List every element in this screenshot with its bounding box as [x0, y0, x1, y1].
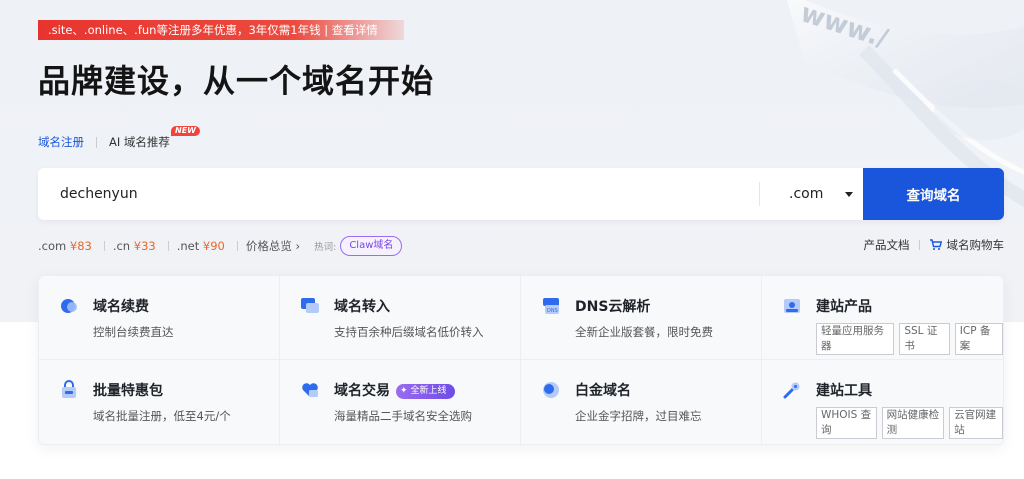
tag-cloud-site[interactable]: 云官网建站 [949, 407, 1003, 439]
service-tags: WHOIS 查询 网站健康检测 云官网建站 [816, 407, 1003, 439]
wrench-icon [783, 382, 800, 399]
price-row: .com ¥83 .cn ¥33 .net ¥90 价格总览 › 热词: Cla… [38, 236, 403, 256]
tag-health-check[interactable]: 网站健康检测 [881, 407, 945, 439]
site-products-icon [784, 299, 800, 313]
services-grid: 域名续费 控制台续费直达 域名转入 支持百余种后缀域名低价转入 DNS DNS云… [38, 275, 1004, 445]
service-title: 域名交易 ✦ 全新上线 [334, 380, 520, 402]
domain-search-box: .com 查询域名 [38, 168, 1004, 220]
new-online-badge: ✦ 全新上线 [396, 383, 455, 399]
service-desc: 控制台续费直达 [93, 325, 174, 339]
service-dns[interactable]: DNS DNS云解析 全新企业版套餐，限时免费 [521, 276, 762, 360]
service-site-products[interactable]: 建站产品 轻量应用服务器 SSL 证书 ICP 备案 [762, 276, 1004, 360]
tab-divider [96, 136, 97, 148]
service-platinum[interactable]: 白金域名 企业金字招牌，过目难忘 [521, 360, 762, 444]
hot-words-label: 热词: [314, 242, 337, 253]
service-desc: 支持百余种后缀域名低价转入 [334, 325, 484, 339]
hero-background: www./ [0, 0, 1024, 322]
price-cn[interactable]: .cn ¥33 [113, 239, 156, 253]
new-badge: NEW [171, 126, 200, 136]
price-divider [103, 241, 105, 251]
search-mode-tabs: 域名注册 AI 域名推荐 NEW [38, 126, 200, 150]
bulk-pack-icon [62, 380, 76, 398]
service-desc: 企业金字招牌，过目难忘 [575, 409, 702, 423]
service-desc: 海量精品二手域名安全选购 [334, 409, 472, 423]
price-tld: .com [38, 239, 67, 253]
promo-banner[interactable]: .site、.online、.fun等注册多年优惠，3年仅需1年钱 | 查看详情 [38, 20, 404, 40]
tag-whois[interactable]: WHOIS 查询 [816, 407, 877, 439]
price-divider [236, 241, 238, 251]
transfer-icon [301, 298, 319, 313]
price-com[interactable]: .com ¥83 [38, 239, 92, 253]
sparkle-icon: ✦ [400, 386, 408, 396]
overview-label: 价格总览 [245, 239, 292, 253]
tld-dropdown[interactable]: .com [759, 168, 863, 220]
price-divider [167, 241, 169, 251]
price-value: ¥90 [202, 239, 225, 253]
service-title: 建站产品 [816, 299, 872, 315]
service-title: 白金域名 [575, 383, 631, 399]
service-desc: 全新企业版套餐，限时免费 [575, 325, 713, 339]
search-domain-button[interactable]: 查询域名 [863, 168, 1004, 220]
cart-label: 域名购物车 [946, 238, 1005, 252]
badge-text: 全新上线 [410, 386, 447, 396]
cart-icon [929, 239, 942, 251]
tab-domain-register[interactable]: 域名注册 [38, 134, 84, 150]
tag-ssl[interactable]: SSL 证书 [899, 323, 950, 355]
price-tld: .cn [112, 239, 131, 253]
chevron-right-icon: › [295, 239, 301, 253]
page-headline: 品牌建设，从一个域名开始 [38, 62, 435, 100]
service-tags: 轻量应用服务器 SSL 证书 ICP 备案 [816, 323, 1004, 355]
renew-icon [61, 299, 77, 313]
dns-icon: DNS [543, 298, 559, 314]
tld-selected-value: .com [789, 186, 824, 202]
service-trade[interactable]: 域名交易 ✦ 全新上线 海量精品二手域名安全选购 [280, 360, 521, 444]
service-title: 域名转入 [334, 299, 390, 315]
right-links: 产品文档 域名购物车 [864, 237, 1005, 253]
service-renew[interactable]: 域名续费 控制台续费直达 [39, 276, 280, 360]
service-bulk-pack[interactable]: 批量特惠包 域名批量注册，低至4元/个 [39, 360, 280, 444]
tab-ai-label: AI 域名推荐 [109, 135, 170, 149]
product-docs-link[interactable]: 产品文档 [864, 237, 910, 253]
heart-icon [302, 383, 318, 397]
service-title: DNS云解析 [575, 299, 651, 315]
tag-light-server[interactable]: 轻量应用服务器 [816, 323, 895, 355]
caret-down-icon [845, 191, 853, 197]
price-overview-link[interactable]: 价格总览 › [246, 238, 300, 254]
service-transfer[interactable]: 域名转入 支持百余种后缀域名低价转入 [280, 276, 521, 360]
tab-ai-recommend[interactable]: AI 域名推荐 NEW [109, 126, 200, 150]
hot-word-chip[interactable]: Claw域名 [340, 236, 403, 256]
price-tld: .net [176, 239, 200, 253]
service-title: 批量特惠包 [93, 383, 163, 399]
tag-icp[interactable]: ICP 备案 [954, 323, 1004, 355]
platinum-icon [543, 382, 559, 398]
service-title: 建站工具 [816, 383, 872, 399]
service-desc: 域名批量注册，低至4元/个 [93, 409, 231, 423]
service-title: 域名续费 [93, 299, 149, 315]
svg-text:DNS: DNS [547, 308, 558, 314]
domain-cart-link[interactable]: 域名购物车 [929, 237, 1005, 253]
price-value: ¥33 [133, 239, 156, 253]
price-net[interactable]: .net ¥90 [177, 239, 225, 253]
price-value: ¥83 [69, 239, 92, 253]
service-site-tools[interactable]: 建站工具 WHOIS 查询 网站健康检测 云官网建站 [762, 360, 1003, 444]
service-title-text: 域名交易 [334, 383, 390, 399]
domain-search-input[interactable] [38, 168, 759, 220]
link-divider [918, 240, 920, 250]
